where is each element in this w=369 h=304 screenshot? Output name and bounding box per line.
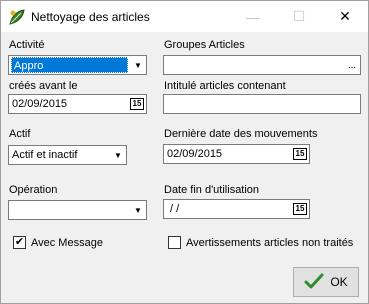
operation-combo[interactable]: ▼ [8,200,147,220]
date-fin-field[interactable]: / / 15 [163,199,310,219]
close-button[interactable]: ✕ [322,1,368,32]
intitule-input[interactable] [163,94,361,114]
maximize-button[interactable]: ☐ [276,1,322,32]
avertissements-label: Avertissements articles non traités [186,237,354,249]
crees-avant-value: 02/09/2015 [12,98,68,110]
derniere-date-label: Dernière date des mouvements [164,128,318,140]
dialog-window: Nettoyage des articles — ☐ ✕ Activité Ap… [0,0,369,304]
operation-label: Opération [9,184,58,196]
crees-avant-date-field[interactable]: 02/09/2015 15 [8,94,147,114]
activite-label: Activité [9,39,45,51]
leaf-app-icon [8,8,26,26]
calendar-icon[interactable]: 15 [130,98,144,110]
actif-combo[interactable]: Actif et inactif ▼ [8,145,127,165]
actif-value: Actif et inactif [12,149,78,161]
browse-button[interactable]: ... [344,60,360,71]
ok-label: OK [330,275,348,289]
avec-message-checkbox[interactable]: ✔ [13,236,26,249]
activite-value: Appro [11,57,128,73]
intitule-label: Intitulé articles contenant [164,80,286,92]
date-fin-label: Date fin d'utilisation [164,184,260,196]
groupes-articles-label: Groupes Articles [164,39,245,51]
minimize-button[interactable]: — [230,1,276,32]
chevron-down-icon[interactable]: ▼ [130,201,146,219]
chevron-down-icon[interactable]: ▼ [110,146,126,164]
avec-message-label: Avec Message [31,237,103,249]
derniere-date-value: 02/09/2015 [167,148,223,160]
groupes-articles-field[interactable]: ... [163,55,361,75]
date-fin-value: / / [167,203,180,215]
chevron-down-icon[interactable]: ▼ [130,56,146,74]
ok-button[interactable]: OK [293,267,359,297]
title-bar: Nettoyage des articles — ☐ ✕ [1,1,368,32]
activite-combo[interactable]: Appro ▼ [8,55,147,75]
avertissements-checkbox[interactable] [168,236,181,249]
actif-label: Actif [9,128,31,140]
window-title: Nettoyage des articles [31,10,150,24]
calendar-icon[interactable]: 15 [293,148,307,160]
derniere-date-field[interactable]: 02/09/2015 15 [163,144,310,164]
calendar-icon[interactable]: 15 [293,203,307,215]
checkmark-icon [304,272,324,293]
crees-avant-label: créés avant le [9,80,78,92]
